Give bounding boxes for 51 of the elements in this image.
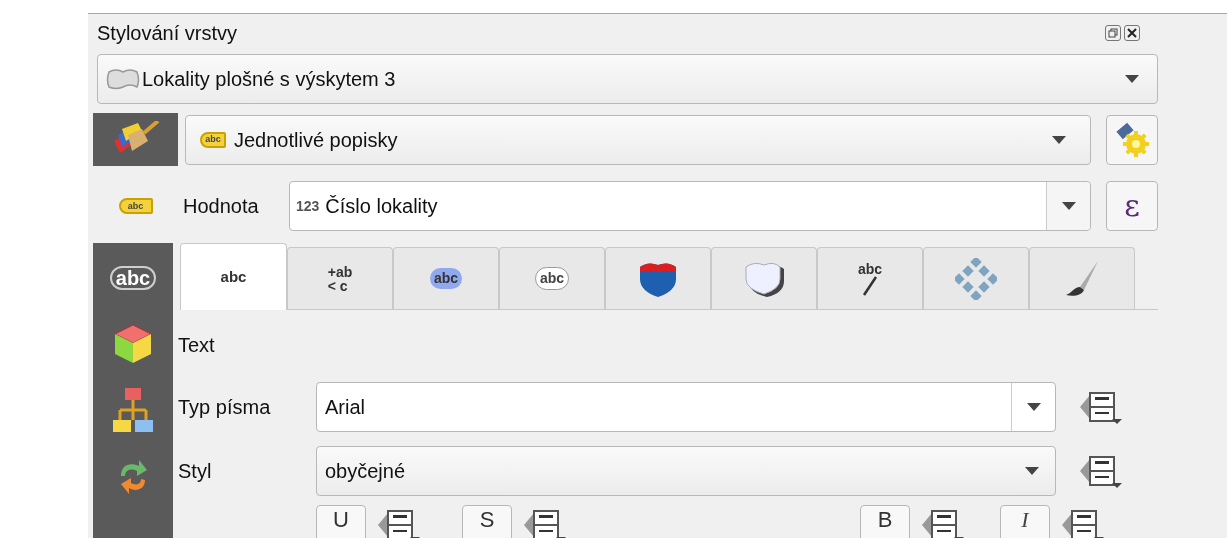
layer-combo[interactable]: Lokality plošné s výskytem 3 (97, 54, 1158, 104)
text-style-button[interactable]: I (1000, 505, 1050, 538)
value-dropdown-button[interactable] (1046, 182, 1090, 230)
background-tab-label: abc (429, 268, 463, 289)
callout-tab-label: abc (857, 261, 883, 276)
dropdown-arrow-icon (1026, 403, 1041, 411)
style-tab[interactable] (93, 113, 178, 166)
label-settings-tab[interactable]: abc (817, 247, 923, 309)
gear-icon (1114, 121, 1150, 158)
label-settings-tab[interactable]: abc (499, 247, 605, 309)
label-settings-tab[interactable]: abc (180, 243, 287, 310)
font-combo[interactable]: Arial (316, 382, 1056, 432)
text-style-button[interactable]: B (860, 505, 910, 538)
label-settings-tab[interactable] (605, 247, 711, 309)
label-icon: abc (200, 131, 226, 148)
polygon-layer-icon (106, 68, 140, 90)
text-tab-icon[interactable]: abc (109, 266, 157, 290)
cube-icon[interactable] (113, 323, 153, 365)
label-icon: abc (118, 198, 153, 214)
dropdown-arrow-icon (1052, 135, 1066, 144)
value-label: Hodnota (183, 194, 260, 219)
value-field[interactable]: 123 Číslo lokality (289, 181, 1091, 231)
style-combo[interactable]: obyčejné (316, 446, 1056, 496)
buffer-tab-label: abc (534, 267, 570, 290)
callout-line-icon (862, 275, 878, 296)
field-label: Typ písma (178, 395, 272, 420)
section-title: Text (178, 333, 216, 358)
text-tab-label: abc (220, 266, 247, 287)
field-label: Styl (178, 459, 213, 484)
expression-button[interactable]: ε (1106, 181, 1158, 231)
dropdown-arrow-icon (1125, 75, 1139, 83)
hierarchy-icon[interactable] (112, 386, 154, 434)
dropdown-arrow-icon (1061, 202, 1076, 210)
shadow-shield-icon (744, 260, 784, 297)
label-settings-tab[interactable]: abc (393, 247, 499, 309)
renderer-combo[interactable]: abc Jednotlivé popisky (185, 114, 1091, 165)
panel-title: Stylování vrstvy (97, 21, 239, 46)
float-panel-button[interactable] (1105, 25, 1121, 41)
shield-icon (638, 260, 678, 297)
field-type-label: 123 (296, 196, 320, 216)
rule-settings-button[interactable] (1106, 114, 1158, 165)
value-text: Číslo lokality (325, 194, 439, 219)
close-panel-button[interactable] (1124, 25, 1140, 41)
placement-icon (955, 257, 997, 300)
formatting-tab-label: +ab < c (327, 264, 353, 293)
text-style-button[interactable]: S (462, 505, 512, 538)
font-value: Arial (325, 395, 366, 420)
dropdown-arrow-icon (1025, 467, 1039, 475)
text-style-button[interactable]: U (316, 505, 366, 538)
label-settings-tab[interactable]: +ab < c (287, 247, 393, 309)
label-settings-tab[interactable] (711, 247, 817, 309)
